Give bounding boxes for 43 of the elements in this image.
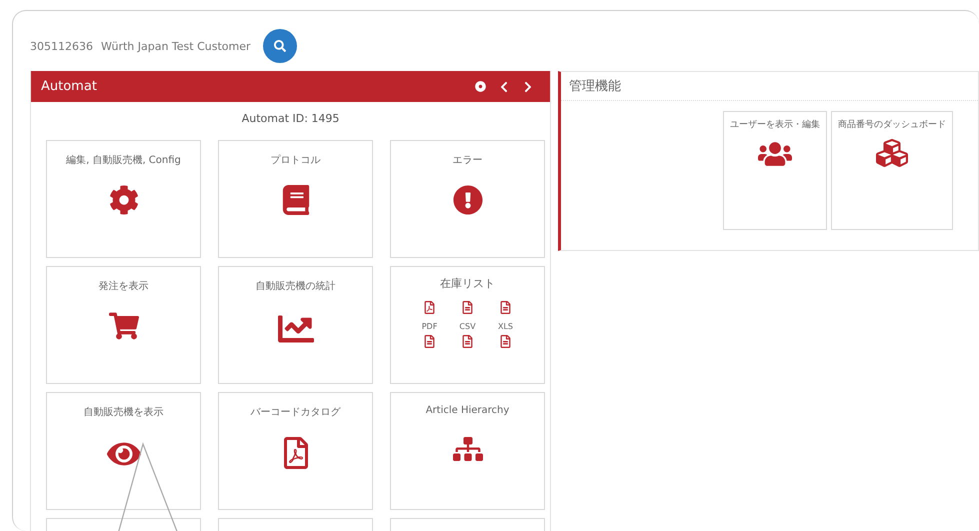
panel-title: Automat — [41, 79, 98, 94]
file-format-label: CSV — [459, 322, 476, 331]
menu-tile[interactable]: 発注を表示 — [46, 266, 201, 384]
document-icon[interactable] — [499, 335, 512, 348]
tile-label: プロトコル — [270, 154, 320, 167]
pdf-file-icon[interactable] — [423, 301, 436, 314]
gear-icon — [108, 185, 138, 215]
search-button[interactable] — [262, 29, 297, 63]
book-icon — [280, 185, 310, 215]
hierarchy-icon — [452, 434, 482, 464]
menu-tile[interactable]: Article Hierarchy — [390, 392, 545, 510]
menu-tile[interactable]: 商品番号のダッシュボード — [831, 111, 953, 230]
document-icon[interactable] — [498, 301, 512, 314]
document-icon[interactable] — [461, 335, 474, 348]
tile-label: 商品番号のダッシュボード — [838, 118, 946, 131]
tile-label: Article Hierarchy — [426, 405, 510, 416]
tile-label: バーコードカタログ — [250, 406, 340, 419]
alert-icon — [452, 185, 482, 215]
file-format-label: XLS — [498, 322, 513, 331]
tile-label: 編集, 自動販売機, Config — [66, 154, 181, 167]
tile-label: 自動販売機を表示 — [84, 406, 164, 419]
tile-label: 発注を表示 — [98, 280, 148, 293]
tile-label: 自動販売機の統計 — [256, 280, 336, 293]
document-icon[interactable] — [460, 301, 474, 314]
search-icon — [274, 40, 286, 52]
menu-tile[interactable]: 自動販売機を表示 — [46, 392, 201, 510]
menu-tile[interactable]: バーコードカタログ — [218, 392, 373, 510]
automat-id: Automat ID: 1495 — [240, 112, 340, 125]
menu-tile[interactable]: 編集, 自動販売機, Config — [46, 140, 201, 258]
menu-tile[interactable]: エラー — [390, 140, 545, 258]
tile-label: ユーザーを表示・編集 — [730, 118, 820, 131]
customer-number: 305112636 — [30, 40, 93, 52]
document-icon[interactable] — [423, 335, 436, 348]
cubes-icon — [876, 137, 908, 169]
menu-tile[interactable]: プロトコル — [218, 140, 373, 258]
cart-icon — [108, 311, 138, 341]
menu-tile[interactable]: ユーザーを表示・編集 — [723, 111, 827, 230]
panel-title: 管理機能 — [561, 72, 978, 101]
menu-tile[interactable]: 自動販売機の統計 — [218, 266, 373, 384]
customer-name: Würth Japan Test Customer — [101, 40, 251, 52]
file-format-label: PDF — [422, 322, 438, 331]
tile-label: 在庫リスト — [440, 276, 495, 291]
tile-label: エラー — [452, 154, 482, 167]
